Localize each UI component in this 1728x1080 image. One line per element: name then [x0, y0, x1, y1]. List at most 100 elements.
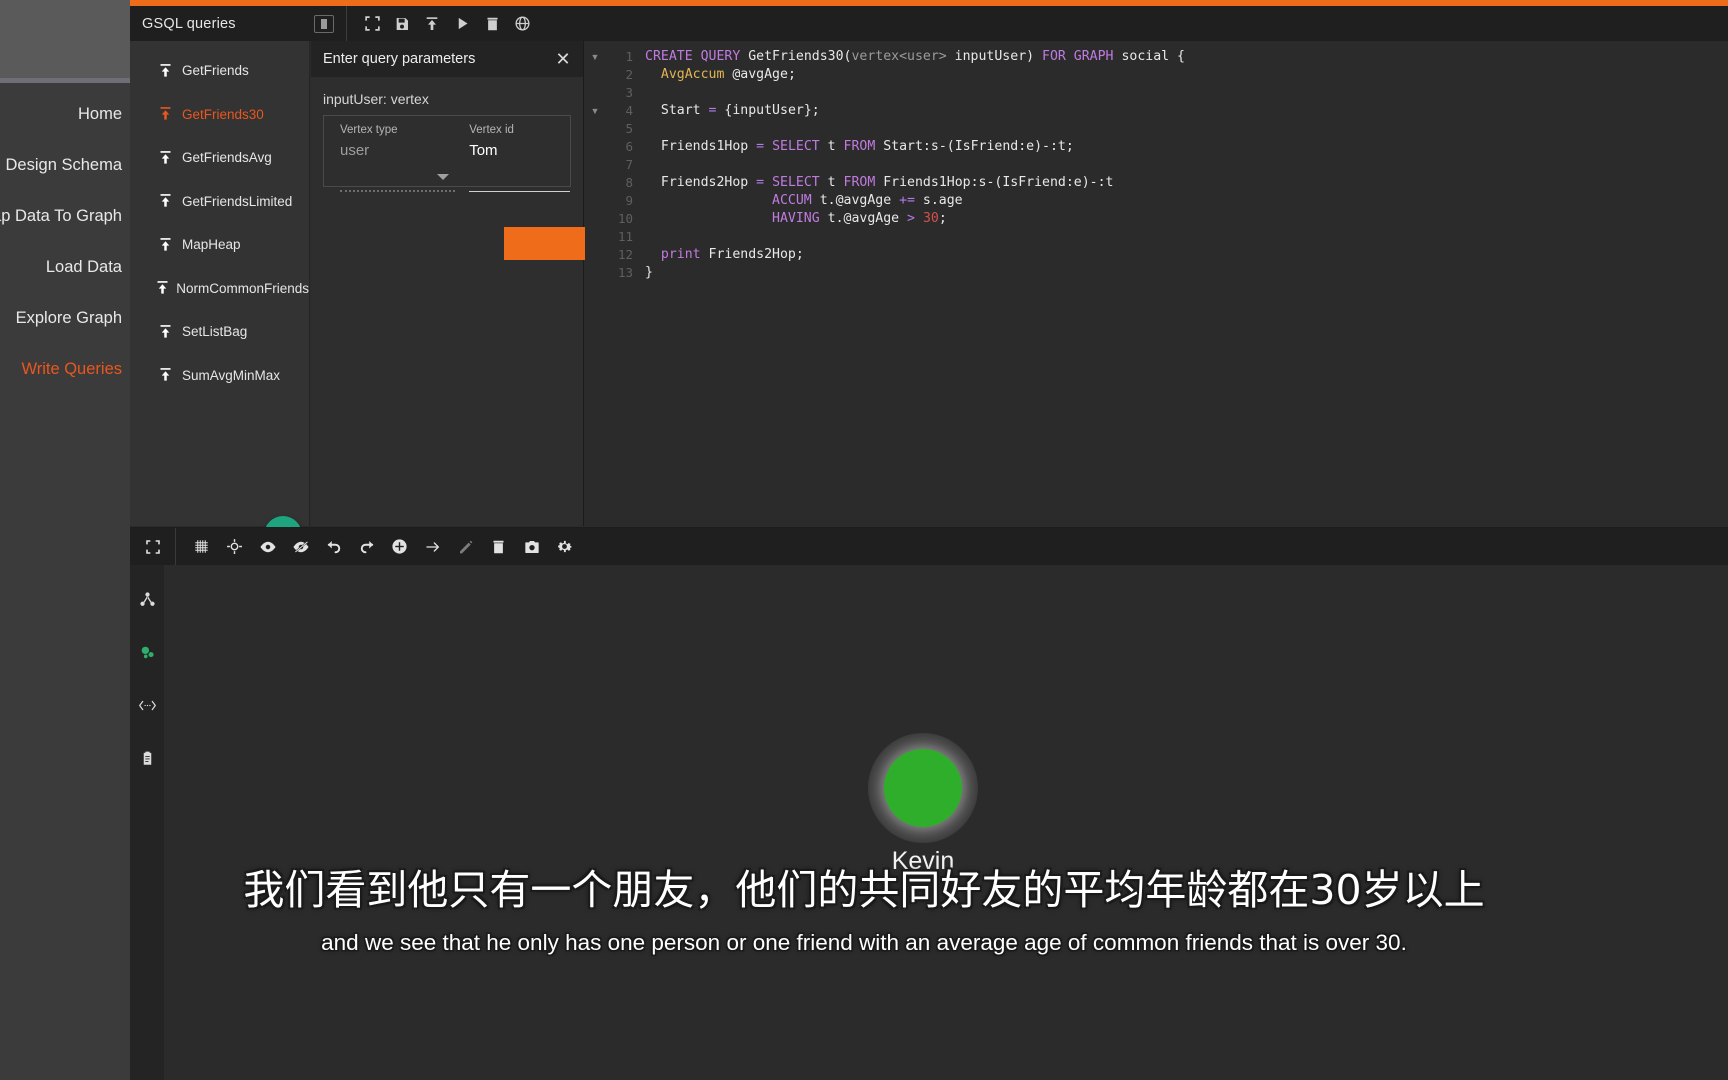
- query-item-label: GetFriends30: [182, 106, 264, 122]
- line-number: 9: [625, 193, 633, 208]
- panel-title: GSQL queries: [142, 15, 236, 32]
- line-number: 7: [625, 157, 633, 172]
- vertex-id-input[interactable]: Vertex id Tom: [469, 124, 570, 192]
- graph-view-icon[interactable]: [130, 585, 164, 614]
- left-navigation-strip: Home Design Schema Map Data To Graph Loa…: [0, 0, 130, 1080]
- eye-icon[interactable]: [251, 533, 284, 561]
- line-number: 4: [625, 103, 633, 118]
- fold-arrow-icon[interactable]: ▼: [585, 48, 605, 66]
- install-query-icon: [148, 324, 182, 340]
- install-query-icon: [148, 280, 176, 296]
- sidebar-item-design-schema[interactable]: Design Schema: [0, 154, 130, 176]
- delete-icon[interactable]: [482, 533, 515, 561]
- query-item-normcommonfriends[interactable]: NormCommonFriends: [130, 267, 309, 311]
- query-item-getfriends30[interactable]: GetFriends30: [130, 93, 309, 137]
- install-icon[interactable]: [417, 11, 447, 37]
- install-query-icon: [148, 367, 182, 383]
- cluster-view-icon[interactable]: [130, 638, 164, 667]
- query-item-label: SetListBag: [182, 324, 248, 340]
- sidebar-item-home[interactable]: Home: [0, 103, 130, 125]
- line-number: 11: [617, 229, 633, 244]
- graph-result-panel: Kevin: [130, 527, 1728, 1080]
- line-number: 1: [625, 49, 633, 64]
- sidebar-item-map-data-to-graph[interactable]: Map Data To Graph: [0, 205, 130, 227]
- node-halo: [868, 733, 978, 843]
- arrow-right-icon[interactable]: [416, 533, 449, 561]
- vertex-type-value: user: [340, 142, 370, 159]
- run-icon[interactable]: [447, 11, 477, 37]
- code-fold-gutter[interactable]: ▼ ▼: [585, 41, 605, 526]
- main-window: GSQL queries GetFriends GetFriends30 Get…: [130, 6, 1728, 1080]
- sidebar-item-label: Home: [77, 105, 122, 123]
- toolbar-divider: [175, 528, 176, 565]
- install-query-icon: [148, 63, 182, 79]
- window-chrome-background: [0, 0, 130, 80]
- install-query-icon: [148, 150, 182, 166]
- install-query-icon: [148, 193, 182, 209]
- fullscreen-icon[interactable]: [357, 11, 387, 37]
- query-item-label: GetFriendsLimited: [182, 193, 293, 209]
- screen-root: Home Design Schema Map Data To Graph Loa…: [0, 0, 1728, 1080]
- sidebar-item-label: Explore Graph: [15, 309, 122, 327]
- gear-icon[interactable]: [548, 533, 581, 561]
- target-icon[interactable]: [218, 533, 251, 561]
- vertex-type-label: Vertex type: [340, 124, 398, 136]
- query-item-mapheap[interactable]: MapHeap: [130, 223, 309, 267]
- eye-off-icon[interactable]: [284, 533, 317, 561]
- graph-node-kevin[interactable]: Kevin: [853, 733, 993, 876]
- json-view-icon[interactable]: [130, 691, 164, 720]
- sidebar-item-explore-graph[interactable]: Explore Graph: [0, 307, 130, 329]
- line-number: 6: [625, 139, 633, 154]
- sidebar-item-write-queries[interactable]: Write Queries: [0, 358, 130, 380]
- delete-icon[interactable]: [477, 11, 507, 37]
- code-editor[interactable]: ▼ ▼ 1 2 3 4 5 6 7 8 9 10 11 12 13 CREATE…: [585, 41, 1728, 526]
- save-icon[interactable]: [387, 11, 417, 37]
- redo-icon[interactable]: [350, 533, 383, 561]
- query-list-panel: GetFriends GetFriends30 GetFriendsAvg Ge…: [130, 41, 310, 554]
- vertex-id-label: Vertex id: [469, 124, 514, 136]
- line-number: 8: [625, 175, 633, 190]
- close-icon[interactable]: ✕: [553, 49, 573, 69]
- grid-icon[interactable]: [185, 533, 218, 561]
- graph-canvas[interactable]: Kevin: [164, 565, 1728, 1080]
- install-query-icon: [148, 106, 182, 122]
- sidebar-item-label: Map Data To Graph: [0, 207, 122, 225]
- panel-toggle-icon[interactable]: [314, 14, 334, 33]
- query-parameters-panel: Enter query parameters ✕ inputUser: vert…: [311, 41, 754, 526]
- vertex-type-select[interactable]: Vertex type user: [340, 124, 456, 192]
- parameters-title: Enter query parameters: [323, 51, 476, 67]
- node-label: Kevin: [891, 847, 955, 875]
- line-number: 3: [625, 85, 633, 100]
- table-view-icon[interactable]: [130, 744, 164, 773]
- graph-view-rail: [130, 565, 164, 1080]
- query-item-getfriendsavg[interactable]: GetFriendsAvg: [130, 136, 309, 180]
- pencil-icon[interactable]: [449, 533, 482, 561]
- query-item-getfriends[interactable]: GetFriends: [130, 49, 309, 93]
- fold-arrow-icon[interactable]: ▼: [585, 102, 605, 120]
- parameter-input-group: Vertex type user Vertex id Tom: [323, 115, 571, 192]
- line-number-gutter: 1 2 3 4 5 6 7 8 9 10 11 12 13: [605, 41, 633, 526]
- add-circle-icon[interactable]: [383, 533, 416, 561]
- parameters-header: Enter query parameters ✕: [311, 41, 583, 77]
- line-number: 13: [617, 265, 633, 280]
- query-item-label: NormCommonFriends: [176, 280, 309, 296]
- query-item-label: GetFriends: [182, 63, 249, 79]
- globe-icon[interactable]: [507, 11, 537, 37]
- query-item-label: SumAvgMinMax: [182, 367, 281, 383]
- code-content[interactable]: CREATE QUERY GetFriends30(vertex<user> i…: [633, 41, 1728, 526]
- camera-icon[interactable]: [515, 533, 548, 561]
- sidebar-item-load-data[interactable]: Load Data: [0, 256, 130, 278]
- install-query-icon: [148, 237, 182, 253]
- node-circle: [884, 749, 962, 827]
- line-number: 10: [617, 211, 633, 226]
- graph-toolbar: [130, 528, 1728, 565]
- query-item-getfriendslimited[interactable]: GetFriendsLimited: [130, 180, 309, 224]
- undo-icon[interactable]: [317, 533, 350, 561]
- vertex-id-value: Tom: [469, 142, 498, 159]
- query-item-sumavgminmax[interactable]: SumAvgMinMax: [130, 354, 309, 398]
- fullscreen-icon[interactable]: [136, 533, 169, 561]
- line-number: 2: [625, 67, 633, 82]
- query-item-setlistbag[interactable]: SetListBag: [130, 310, 309, 354]
